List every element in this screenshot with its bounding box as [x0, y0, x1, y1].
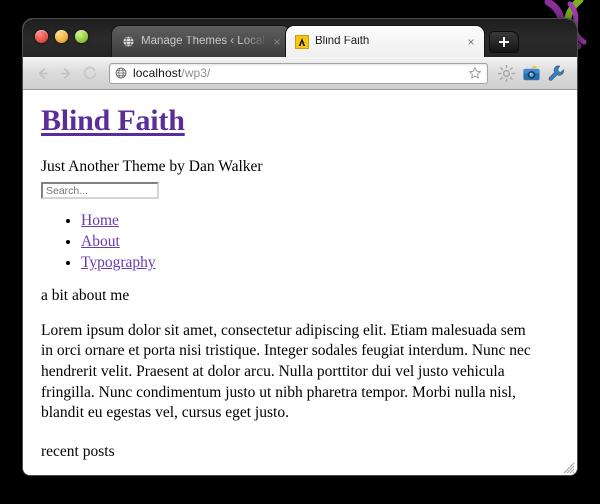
page-title: Blind Faith — [41, 104, 557, 137]
globe-icon — [115, 67, 127, 79]
tab-blind-faith[interactable]: Blind Faith × — [285, 25, 485, 57]
about-heading: a bit about me — [41, 287, 130, 305]
page-content: Blind Faith Just Another Theme by Dan Wa… — [23, 90, 577, 475]
primary-nav: Home About Typography — [41, 211, 557, 274]
minimize-window-button[interactable] — [55, 30, 68, 43]
tab-title: Blind Faith — [315, 35, 370, 47]
url-host: localhost — [133, 66, 182, 80]
camera-icon[interactable] — [519, 61, 544, 85]
star-icon[interactable] — [468, 66, 482, 80]
globe-icon — [121, 35, 135, 49]
site-title-link[interactable]: Blind Faith — [41, 104, 185, 137]
nav-item-typography[interactable]: Typography — [81, 253, 557, 274]
address-bar[interactable]: localhost/wp3/ — [109, 62, 488, 84]
close-icon[interactable]: × — [464, 36, 478, 48]
lambda-icon — [295, 34, 309, 49]
resize-grip[interactable] — [561, 460, 575, 474]
back-arrow-icon[interactable] — [31, 62, 53, 84]
browser-window: Manage Themes ‹ Local Test × Blind Faith… — [22, 18, 578, 476]
nav-link-home[interactable]: Home — [81, 212, 119, 229]
nav-item-about[interactable]: About — [81, 232, 557, 253]
page-viewport: Blind Faith Just Another Theme by Dan Wa… — [23, 90, 577, 475]
tab-strip: Manage Themes ‹ Local Test × Blind Faith… — [23, 19, 577, 57]
url-text: localhost/wp3/ — [133, 66, 468, 80]
site-tagline: Just Another Theme by Dan Walker — [41, 158, 263, 175]
close-icon[interactable]: × — [270, 36, 284, 48]
search-input[interactable] — [41, 182, 159, 200]
tab-title: Manage Themes ‹ Local Test — [141, 35, 270, 47]
reload-icon[interactable] — [79, 62, 101, 84]
tab-manage-themes[interactable]: Manage Themes ‹ Local Test × — [111, 25, 291, 57]
new-tab-button[interactable] — [489, 31, 519, 53]
window-controls — [35, 30, 88, 43]
wrench-icon[interactable] — [544, 61, 569, 85]
url-path: /wp3/ — [181, 66, 211, 80]
browser-toolbar: localhost/wp3/ — [23, 57, 577, 90]
close-window-button[interactable] — [35, 30, 48, 43]
nav-item-home[interactable]: Home — [81, 211, 557, 232]
nav-link-about[interactable]: About — [81, 233, 120, 250]
nav-link-typography[interactable]: Typography — [81, 254, 156, 271]
desktop-background: Manage Themes ‹ Local Test × Blind Faith… — [0, 0, 600, 504]
forward-arrow-icon[interactable] — [55, 62, 77, 84]
recent-posts-heading: recent posts — [41, 442, 115, 460]
lorem-paragraph: Lorem ipsum dolor sit amet, consectetur … — [41, 321, 531, 422]
zoom-window-button[interactable] — [75, 30, 88, 43]
gear-icon[interactable] — [494, 61, 519, 85]
